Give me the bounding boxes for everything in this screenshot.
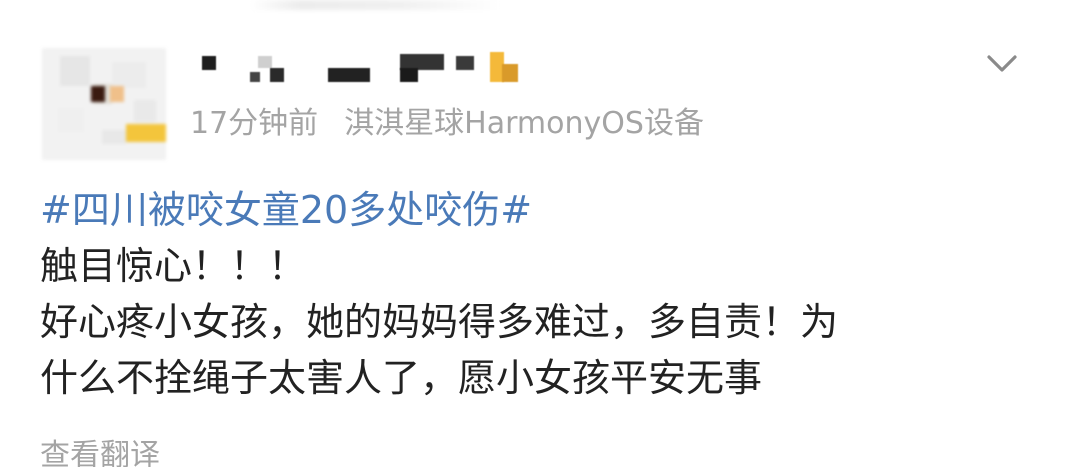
post-content: #四川被咬女童20多处咬伤# 触目惊心！！！ 好心疼小女孩，她的妈妈得多难过，多… (40, 182, 1030, 406)
username-redacted[interactable] (190, 44, 530, 88)
post-text-line: 什么不拴绳子太害人了，愿小女孩平安无事 (40, 356, 763, 400)
weibo-post: 17分钟前 淇淇星球HarmonyOS设备 #四川被咬女童20多处咬伤# 触目惊心… (0, 0, 1068, 467)
post-text-line: 触目惊心！！！ (40, 244, 307, 288)
translate-link[interactable]: 查看翻译 (40, 436, 160, 467)
hashtag-link[interactable]: #四川被咬女童20多处咬伤# (40, 182, 1030, 238)
blurred-header-remnant (250, 0, 500, 10)
chevron-down-icon[interactable] (984, 46, 1020, 82)
post-meta: 17分钟前 淇淇星球HarmonyOS设备 (190, 104, 704, 144)
post-text-line: 好心疼小女孩，她的妈妈得多难过，多自责！为 (40, 300, 839, 344)
post-device[interactable]: 淇淇星球HarmonyOS设备 (344, 106, 704, 141)
post-time: 17分钟前 (190, 106, 319, 141)
avatar[interactable] (42, 48, 166, 160)
